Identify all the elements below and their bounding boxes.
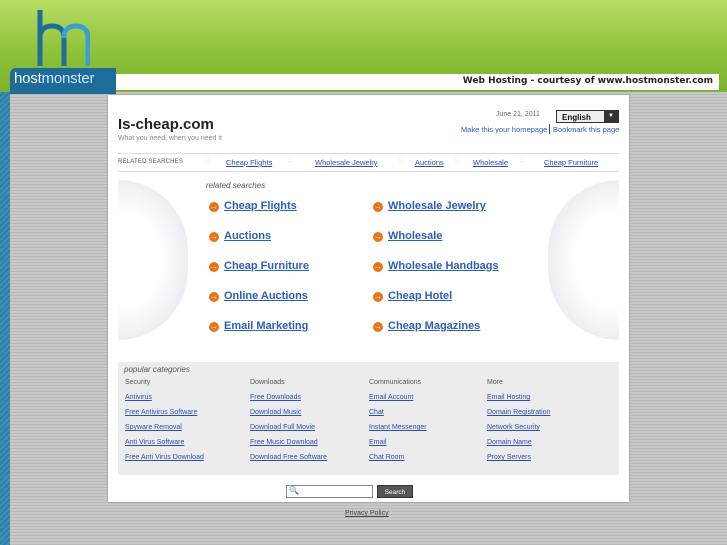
category-link[interactable]: Domain Name <box>487 439 532 446</box>
separator-dots: :: <box>455 158 459 164</box>
category-link[interactable]: Download Free Software <box>250 454 327 461</box>
popular-categories-title: popular categories <box>124 365 190 374</box>
arrow-bullet-icon: → <box>373 262 383 272</box>
side-strip <box>0 92 10 545</box>
related-search-link[interactable]: Online Auctions <box>224 290 308 302</box>
related-bar-link[interactable]: Cheap Flights <box>226 158 272 167</box>
category-link[interactable]: Download Full Movie <box>250 424 315 431</box>
category-link[interactable]: Chat Room <box>369 454 404 461</box>
related-search-link[interactable]: Wholesale <box>388 230 442 242</box>
category-link[interactable]: Network Security <box>487 424 540 431</box>
arrow-bullet-icon: → <box>373 322 383 332</box>
category-link[interactable]: Email <box>369 439 387 446</box>
logo-monster: monster <box>41 70 95 87</box>
header-separator <box>549 124 550 134</box>
arrow-bullet-icon: → <box>373 292 383 302</box>
separator-dots: :: <box>206 158 210 164</box>
related-bar-link[interactable]: Cheap Furniture <box>544 158 598 167</box>
make-homepage-link[interactable]: Make this your homepage <box>461 125 547 134</box>
separator-dots: :: <box>520 158 524 164</box>
arrow-bullet-icon: → <box>209 262 219 272</box>
search-input[interactable] <box>286 485 373 498</box>
related-bar-link[interactable]: Auctions <box>415 158 444 167</box>
related-search-link[interactable]: Auctions <box>224 230 271 242</box>
site-tagline: What you need, when you need it <box>118 135 222 142</box>
arrow-bullet-icon: → <box>209 292 219 302</box>
language-select[interactable]: English ▼ <box>556 110 619 123</box>
related-search-link[interactable]: Wholesale Handbags <box>388 260 499 272</box>
arrow-bullet-icon: → <box>209 322 219 332</box>
category-link[interactable]: Free Antivirus Software <box>125 409 197 416</box>
related-searches-bar: RELATED SEARCHES :: Cheap Flights :: Who… <box>118 153 619 172</box>
related-search-link[interactable]: Wholesale Jewelry <box>388 200 486 212</box>
site-title: Is-cheap.com <box>118 116 214 133</box>
arrow-bullet-icon: → <box>373 202 383 212</box>
related-searches-label: RELATED SEARCHES <box>118 159 184 165</box>
category-link[interactable]: Anti Virus Software <box>125 439 184 446</box>
logo-host: host <box>14 70 42 87</box>
arrow-bullet-icon: → <box>373 232 383 242</box>
search-icon: 🔍 <box>289 486 299 495</box>
related-search-link[interactable]: Cheap Flights <box>224 200 297 212</box>
related-searches-subtitle: related searches <box>206 181 266 190</box>
category-heading: Security <box>125 379 151 386</box>
category-link[interactable]: Email Account <box>369 394 413 401</box>
hostmonster-logo[interactable]: hostmonster <box>14 70 95 87</box>
hostmonster-logo-icon <box>37 10 90 66</box>
arrow-bullet-icon: → <box>209 232 219 242</box>
arrow-bullet-icon: → <box>209 202 219 212</box>
category-link[interactable]: Free Downloads <box>250 394 301 401</box>
category-link[interactable]: Instant Messenger <box>369 424 427 431</box>
category-link[interactable]: Spyware Removal <box>125 424 182 431</box>
search-button[interactable]: Search <box>377 485 413 498</box>
related-search-link[interactable]: Email Marketing <box>224 320 308 332</box>
related-bar-link[interactable]: Wholesale <box>473 158 508 167</box>
related-search-link[interactable]: Cheap Magazines <box>388 320 480 332</box>
category-link[interactable]: Free Music Download <box>250 439 318 446</box>
category-link[interactable]: Chat <box>369 409 384 416</box>
privacy-policy-link[interactable]: Privacy Policy <box>345 510 389 517</box>
category-heading: More <box>487 379 503 386</box>
category-link[interactable]: Domain Registration <box>487 409 550 416</box>
hosting-banner-text[interactable]: Web Hosting - courtesy of www.hostmonste… <box>463 76 713 86</box>
bookmark-link[interactable]: Bookmark this page <box>553 125 619 134</box>
category-heading: Downloads <box>250 379 285 386</box>
category-link[interactable]: Download Music <box>250 409 301 416</box>
hosting-bar: Web Hosting - courtesy of www.hostmonste… <box>112 74 719 90</box>
category-heading: Communications <box>369 379 422 386</box>
related-search-link[interactable]: Cheap Furniture <box>224 260 309 272</box>
separator-dots: :: <box>288 158 292 164</box>
related-bar-link[interactable]: Wholesale Jewelry <box>315 158 378 167</box>
category-link[interactable]: Email Hosting <box>487 394 530 401</box>
related-search-link[interactable]: Cheap Hotel <box>388 290 452 302</box>
separator-dots: :: <box>399 158 403 164</box>
language-value: English <box>562 113 591 122</box>
category-link[interactable]: Free Anti Virus Download <box>125 454 204 461</box>
date-label: June 21, 2011 <box>496 111 540 118</box>
category-link[interactable]: Proxy Servers <box>487 454 531 461</box>
dropdown-arrow-icon[interactable]: ▼ <box>604 111 618 122</box>
category-link[interactable]: Antivirus <box>125 394 152 401</box>
